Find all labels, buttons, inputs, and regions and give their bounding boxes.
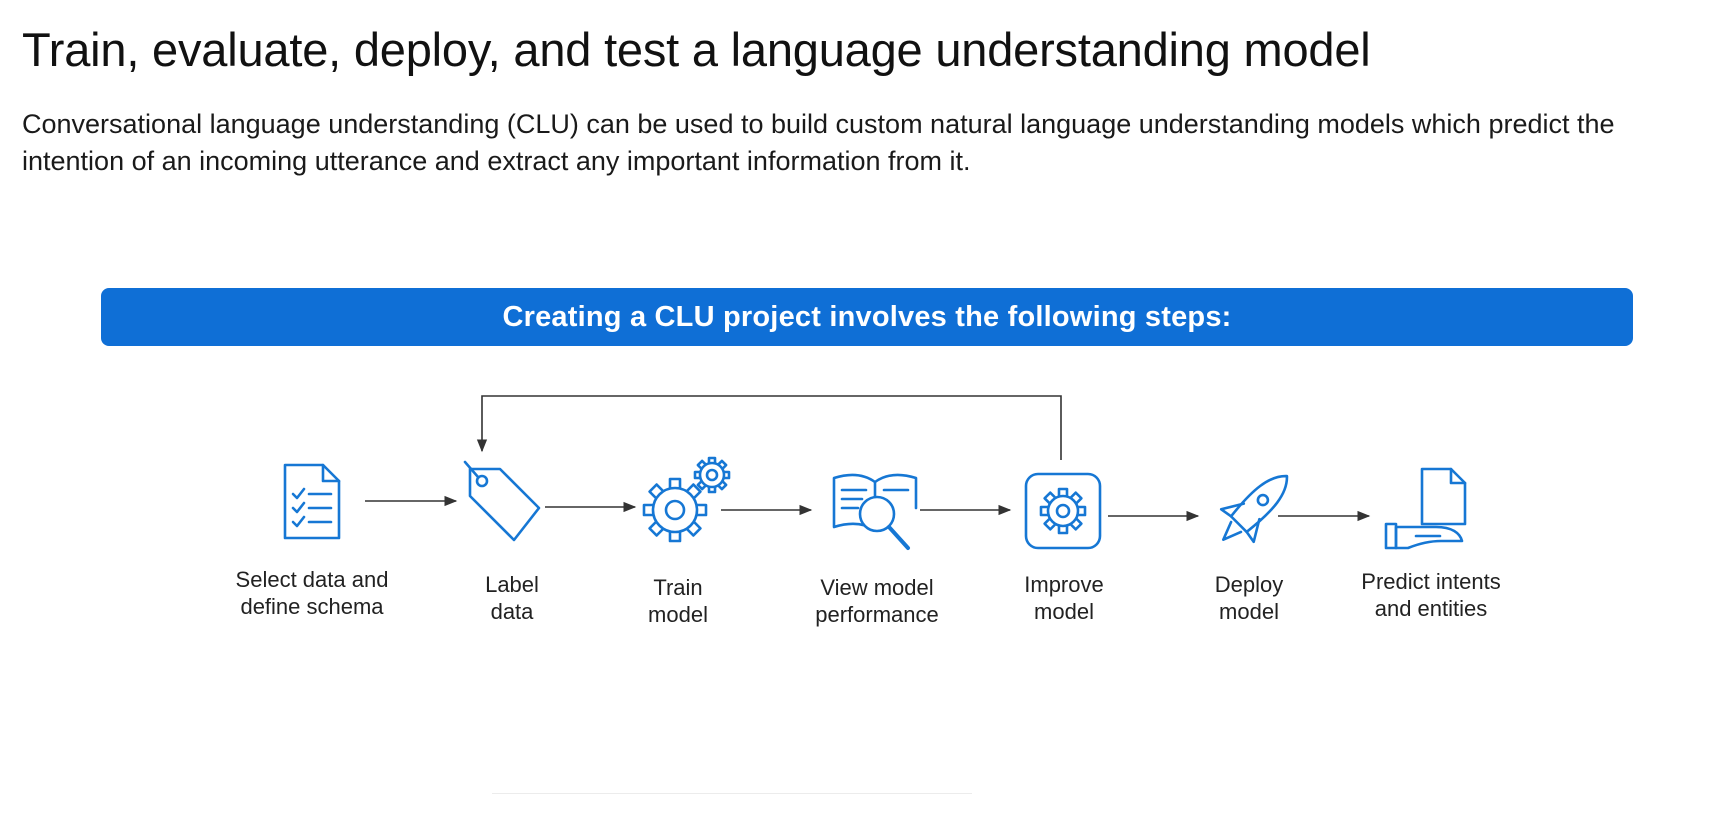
step-label-train-model: Train model: [648, 575, 708, 627]
feedback-loop-arrow: [476, 395, 1062, 460]
checklist-document-icon: [283, 463, 341, 540]
step-label-select-data: Select data and define schema: [235, 567, 389, 619]
step-label-improve-model: Improve model: [1024, 572, 1104, 624]
hand-document-icon: [1384, 467, 1467, 550]
rocket-icon: [1219, 474, 1289, 544]
step-label-label-data: Label data: [485, 572, 539, 624]
gears-icon: [642, 456, 731, 543]
book-magnifier-icon: [832, 473, 918, 550]
step-label-view-performance: View model performance: [815, 575, 939, 627]
tag-icon: [463, 460, 541, 542]
process-flow-diagram: [283, 395, 1467, 550]
gear-box-icon: [1024, 472, 1102, 550]
divider-line: [492, 793, 972, 794]
step-label-deploy-model: Deploy model: [1214, 572, 1284, 624]
step-label-predict: Predict intents and entities: [1361, 569, 1501, 621]
